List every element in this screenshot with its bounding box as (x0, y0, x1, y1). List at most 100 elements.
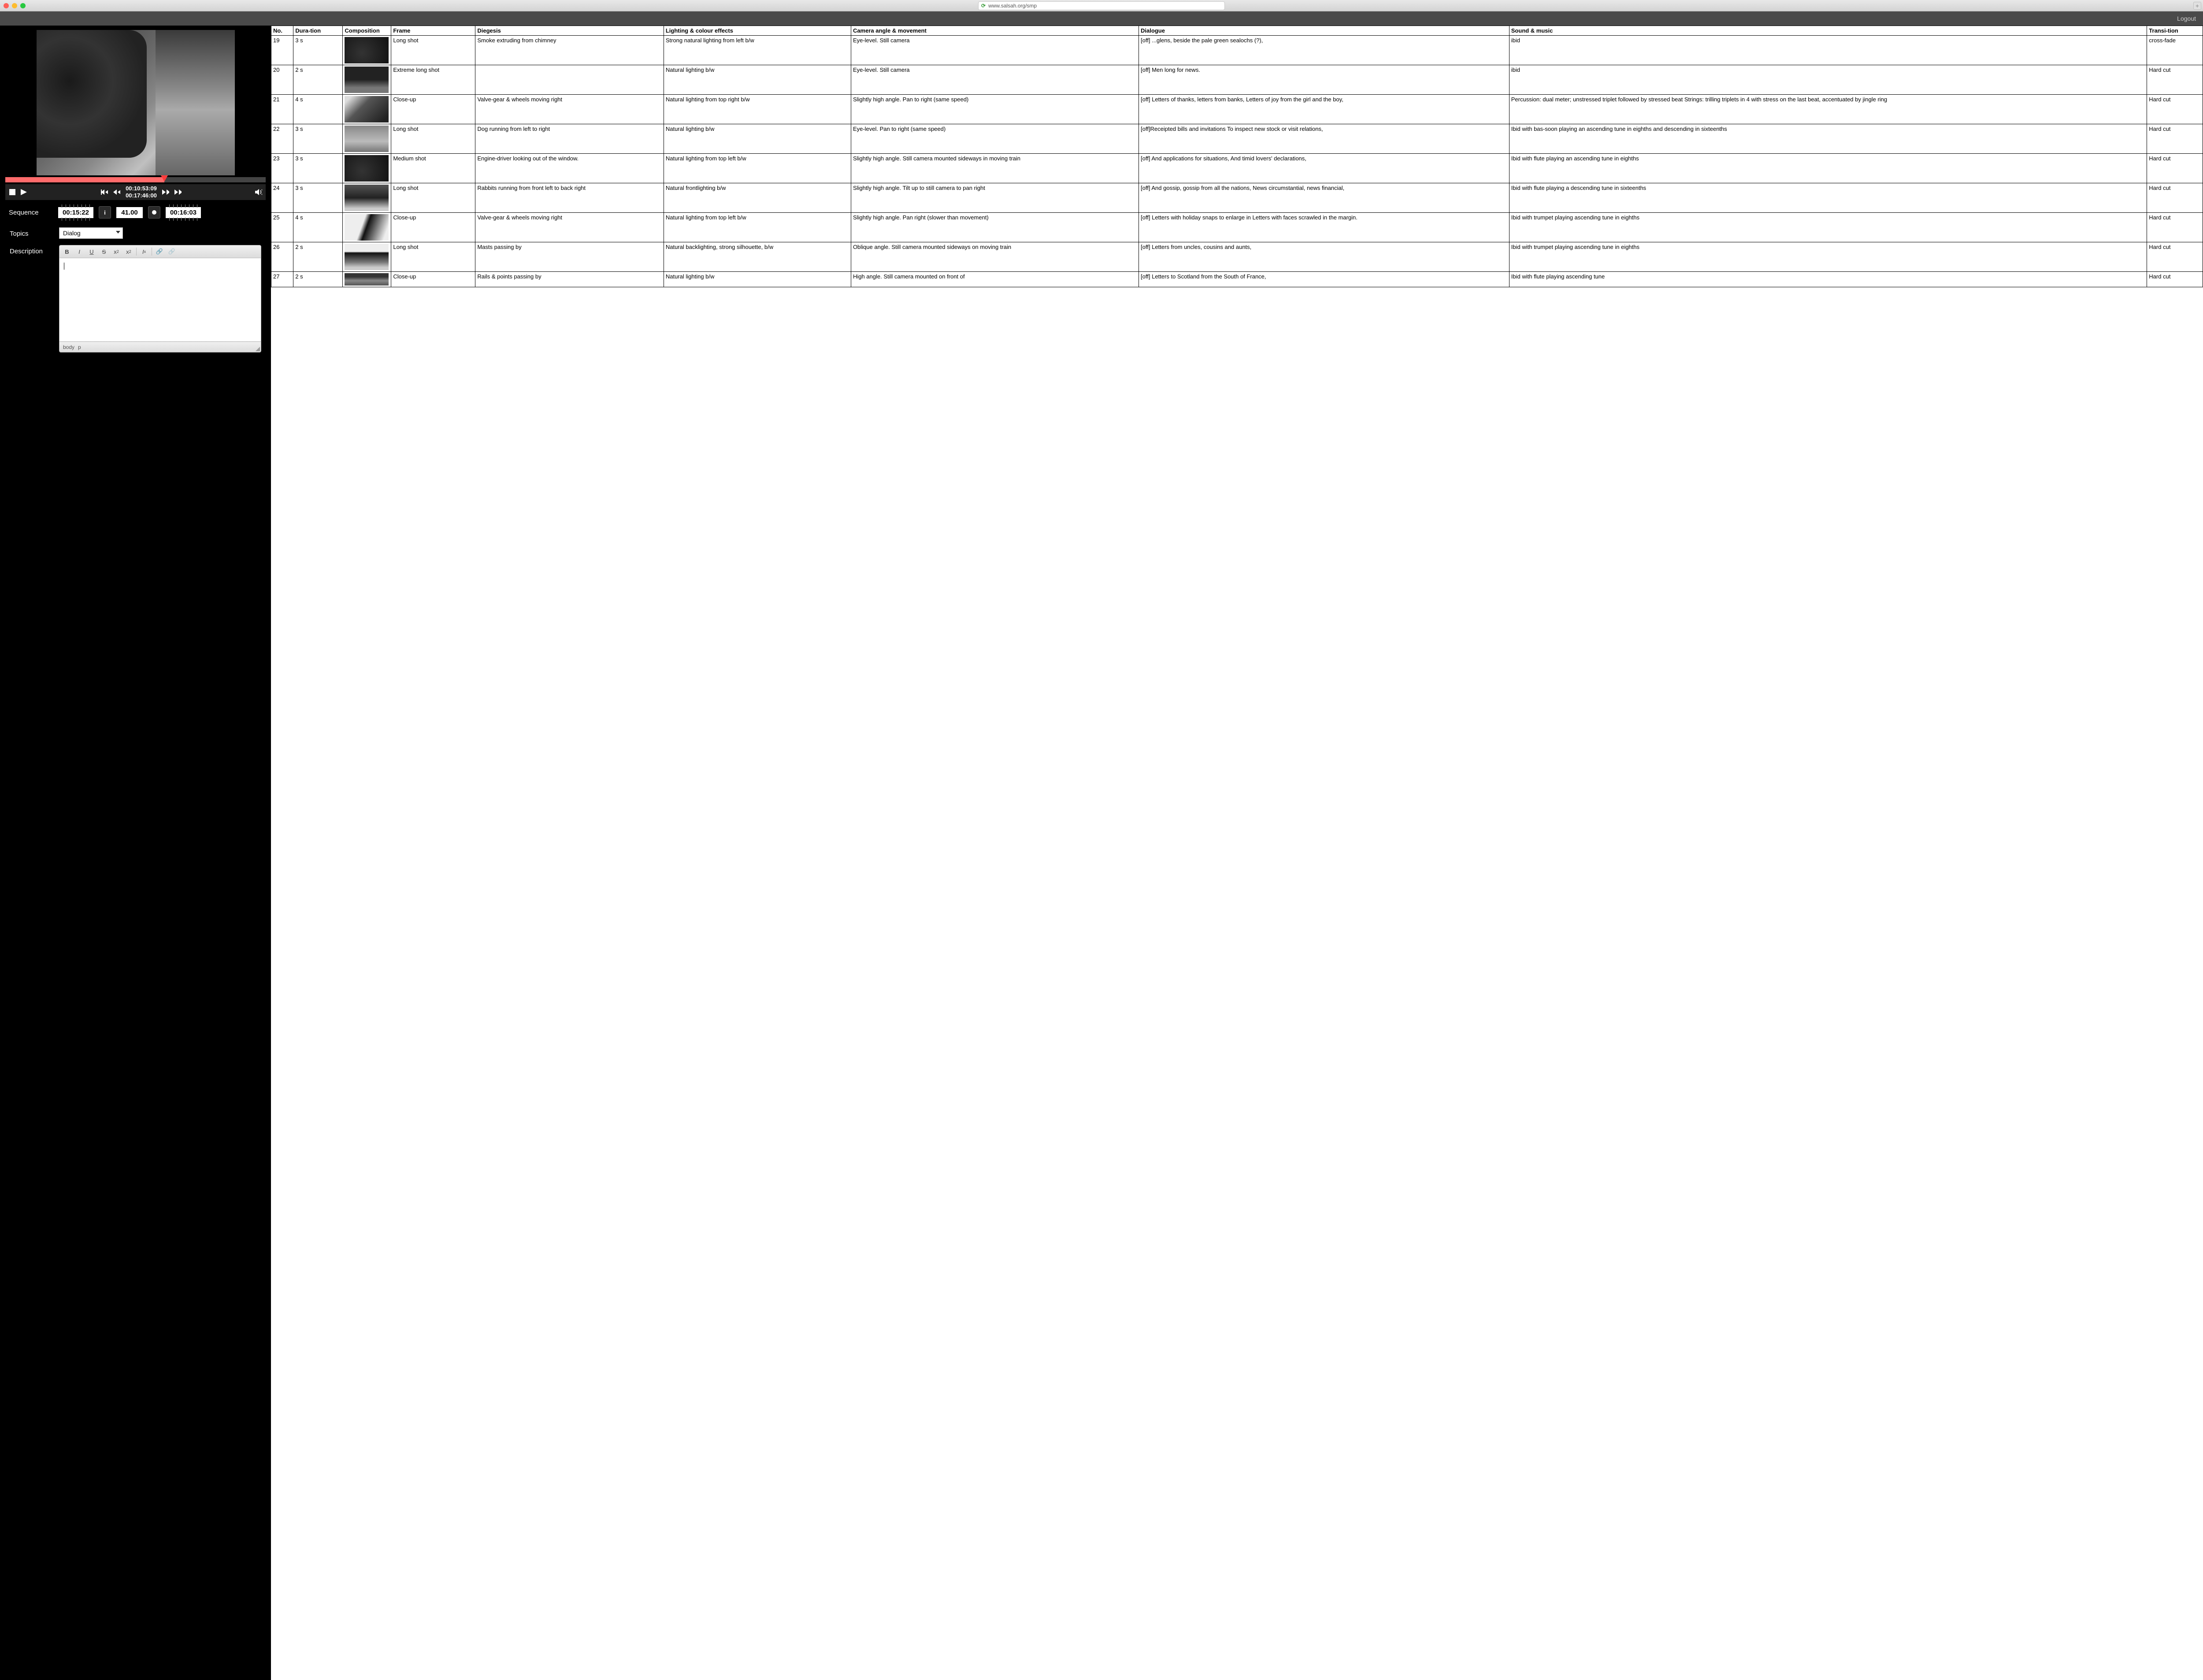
cell-diegesis: Valve-gear & wheels moving right (475, 95, 664, 124)
clear-format-button[interactable]: Ix (138, 247, 150, 256)
col-composition: Composition (343, 26, 391, 36)
close-window-button[interactable] (4, 3, 9, 8)
frame-thumbnail[interactable] (345, 126, 389, 152)
editor-statusbar: body p (59, 342, 261, 352)
window-controls (4, 3, 26, 8)
sequence-start-input[interactable] (58, 207, 93, 218)
volume-icon[interactable] (255, 189, 262, 196)
cell-no: 23 (271, 154, 293, 183)
table-row: 193 sLong shotSmoke extruding from chimn… (271, 36, 2203, 65)
play-button[interactable] (20, 189, 27, 196)
cell-no: 21 (271, 95, 293, 124)
cell-no: 24 (271, 183, 293, 213)
frame-thumbnail[interactable] (345, 185, 389, 211)
cell-dur: 3 s (293, 183, 343, 213)
cell-thumb (343, 95, 391, 124)
cell-dur: 4 s (293, 95, 343, 124)
frame-thumbnail[interactable] (345, 244, 389, 270)
cell-thumb (343, 154, 391, 183)
frame-thumbnail[interactable] (345, 155, 389, 182)
table-header-row: No. Dura-tion Composition Frame Diegesis… (271, 26, 2203, 36)
status-body[interactable]: body (63, 344, 74, 350)
cell-transition: Hard cut (2147, 272, 2203, 287)
status-p[interactable]: p (78, 344, 81, 350)
new-tab-button[interactable]: + (2193, 2, 2201, 10)
reload-icon[interactable]: ⟳ (981, 3, 986, 9)
minimize-window-button[interactable] (12, 3, 17, 8)
table-row: 262 sLong shotMasts passing byNatural ba… (271, 242, 2203, 272)
topics-select[interactable]: Dialog (59, 227, 123, 239)
forward-button[interactable] (162, 189, 169, 196)
cell-frame: Extreme long shot (391, 65, 475, 95)
cell-diegesis: Engine-driver looking out of the window. (475, 154, 664, 183)
cell-sound: ibid (1509, 65, 2147, 95)
zoom-window-button[interactable] (20, 3, 26, 8)
skip-back-button[interactable] (101, 189, 108, 196)
italic-button[interactable]: I (74, 247, 85, 256)
scrubber-handle[interactable] (161, 175, 168, 182)
sequence-number-input[interactable] (116, 207, 143, 218)
frame-thumbnail[interactable] (345, 96, 389, 122)
bold-button[interactable]: B (61, 247, 73, 256)
rewind-button[interactable] (113, 189, 120, 196)
underline-button[interactable]: U (86, 247, 97, 256)
record-button[interactable] (148, 206, 160, 219)
strike-button[interactable]: S (98, 247, 110, 256)
col-sound: Sound & music (1509, 26, 2147, 36)
cell-frame: Long shot (391, 242, 475, 272)
video-frame[interactable] (37, 30, 235, 175)
info-button[interactable]: i (99, 206, 111, 219)
cell-camera: Oblique angle. Still camera mounted side… (851, 242, 1139, 272)
cell-frame: Long shot (391, 183, 475, 213)
video-scrubber[interactable] (5, 177, 266, 182)
cell-dur: 2 s (293, 242, 343, 272)
frame-thumbnail[interactable] (345, 67, 389, 93)
cell-lighting: Natural lighting b/w (664, 124, 851, 154)
topics-label: Topics (10, 227, 54, 237)
superscript-button[interactable]: x2 (123, 247, 134, 256)
col-diegesis: Diegesis (475, 26, 664, 36)
cell-thumb (343, 65, 391, 95)
cell-lighting: Natural lighting from top left b/w (664, 154, 851, 183)
cell-diegesis: Valve-gear & wheels moving right (475, 213, 664, 242)
cell-sound: Ibid with flute playing an ascending tun… (1509, 154, 2147, 183)
cell-no: 19 (271, 36, 293, 65)
col-no: No. (271, 26, 293, 36)
col-camera: Camera angle & movement (851, 26, 1139, 36)
skip-forward-button[interactable] (174, 189, 182, 196)
shot-table-panel[interactable]: No. Dura-tion Composition Frame Diegesis… (271, 26, 2203, 1680)
cell-transition: cross-fade (2147, 36, 2203, 65)
rich-text-editor: B I U S x2 x2 Ix 🔗 🔗 body (59, 245, 261, 352)
shot-table: No. Dura-tion Composition Frame Diegesis… (271, 26, 2203, 287)
cell-frame: Close-up (391, 213, 475, 242)
cell-transition: Hard cut (2147, 95, 2203, 124)
cell-transition: Hard cut (2147, 124, 2203, 154)
link-button[interactable]: 🔗 (154, 247, 165, 256)
frame-thumbnail[interactable] (345, 37, 389, 63)
editor-textarea[interactable] (59, 258, 261, 342)
cell-dur: 2 s (293, 272, 343, 287)
cell-dialogue: [off]Receipted bills and invitations To … (1139, 124, 1509, 154)
frame-thumbnail[interactable] (345, 273, 389, 286)
cell-thumb (343, 124, 391, 154)
cell-diegesis: Rabbits running from front left to back … (475, 183, 664, 213)
frame-thumbnail[interactable] (345, 214, 389, 241)
sequence-end-input[interactable] (166, 207, 201, 218)
cell-dialogue: [off] And gossip, gossip from all the na… (1139, 183, 1509, 213)
cell-lighting: Natural lighting b/w (664, 272, 851, 287)
cell-sound: Ibid with bas-soon playing an ascending … (1509, 124, 2147, 154)
resize-grip-icon[interactable] (256, 347, 260, 351)
cell-dur: 3 s (293, 124, 343, 154)
unlink-button[interactable]: 🔗 (166, 247, 178, 256)
subscript-button[interactable]: x2 (111, 247, 122, 256)
url-bar[interactable]: ⟳ www.salsah.org/smp (978, 1, 1225, 10)
cell-dialogue: [off] And applications for situations, A… (1139, 154, 1509, 183)
cell-camera: High angle. Still camera mounted on fron… (851, 272, 1139, 287)
url-text: www.salsah.org/smp (988, 3, 1037, 9)
cell-frame: Close-up (391, 272, 475, 287)
cell-dur: 3 s (293, 154, 343, 183)
logout-link[interactable]: Logout (2177, 15, 2196, 22)
cell-camera: Eye-level. Still camera (851, 65, 1139, 95)
cell-sound: ibid (1509, 36, 2147, 65)
stop-button[interactable] (9, 189, 16, 196)
